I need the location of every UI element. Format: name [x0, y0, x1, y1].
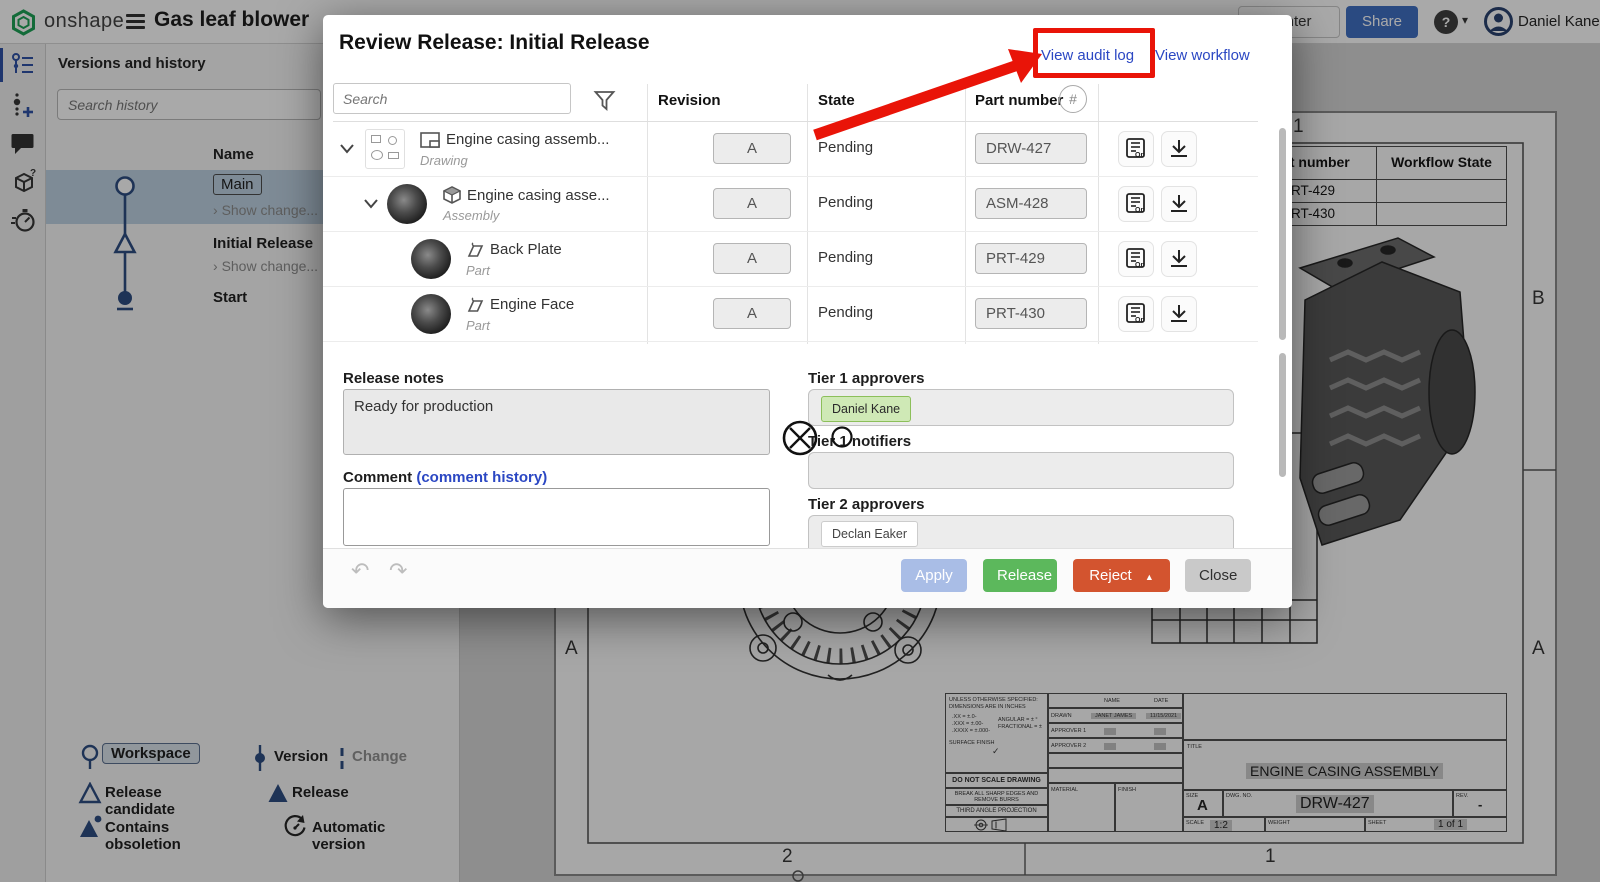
view-workflow-link[interactable]: View workflow — [1155, 47, 1250, 64]
download-button[interactable] — [1161, 131, 1197, 167]
state-column-header: State — [818, 92, 855, 109]
item-name: Engine casing assemb... — [446, 131, 609, 148]
item-properties-button[interactable]: On — [1118, 131, 1154, 167]
item-name: Engine Face — [490, 296, 574, 313]
release-search-input[interactable] — [333, 83, 571, 114]
part-number-column-header: Part number — [975, 92, 1063, 109]
reject-button[interactable]: Reject ▲ — [1073, 559, 1170, 592]
svg-text:On: On — [1135, 262, 1145, 269]
item-type: Part — [466, 263, 490, 278]
item-type: Part — [466, 318, 490, 333]
svg-text:On: On — [1135, 152, 1145, 159]
release-table-row[interactable]: Engine Face Part A Pending PRT-430 On — [323, 287, 1258, 342]
state-value: Pending — [818, 249, 873, 266]
release-table-row[interactable]: Engine casing assemb... Drawing A Pendin… — [323, 122, 1258, 177]
item-type: Drawing — [420, 153, 468, 168]
state-value: Pending — [818, 194, 873, 211]
item-properties-button[interactable]: On — [1118, 296, 1154, 332]
item-name: Back Plate — [490, 241, 562, 258]
app-window: onshape Gas leaf blower Center Share ? ▾… — [0, 0, 1600, 882]
part-number-input[interactable]: PRT-429 — [975, 243, 1087, 274]
item-thumbnail — [387, 184, 427, 224]
svg-text:On: On — [1135, 317, 1145, 324]
download-button[interactable] — [1161, 186, 1197, 222]
item-name: Engine casing asse... — [467, 187, 610, 204]
close-button[interactable]: Close — [1185, 559, 1251, 592]
comment-textarea[interactable] — [343, 488, 770, 546]
tier2-approvers-label: Tier 2 approvers — [808, 496, 924, 513]
item-thumbnail — [411, 239, 451, 279]
tier1-approvers-label: Tier 1 approvers — [808, 370, 924, 387]
reject-dropdown-icon[interactable]: ▲ — [1145, 572, 1154, 582]
revision-input[interactable]: A — [713, 188, 791, 219]
part-number-input[interactable]: ASM-428 — [975, 188, 1087, 219]
auto-number-icon[interactable]: # — [1059, 85, 1087, 113]
form-scrollbar[interactable] — [1279, 353, 1286, 477]
release-button[interactable]: Release — [983, 559, 1057, 592]
part-icon — [466, 297, 484, 313]
part-number-input[interactable]: PRT-430 — [975, 298, 1087, 329]
view-audit-log-link[interactable]: View audit log — [1041, 47, 1134, 64]
download-button[interactable] — [1161, 241, 1197, 277]
approver-chip[interactable]: Daniel Kane — [821, 396, 911, 422]
drawing-icon — [420, 132, 440, 148]
collapse-chevron-icon[interactable] — [339, 143, 355, 155]
part-number-input[interactable]: DRW-427 — [975, 133, 1087, 164]
table-scrollbar[interactable] — [1279, 128, 1286, 340]
assembly-icon — [443, 186, 461, 204]
redo-button[interactable]: ↷ — [383, 557, 413, 585]
review-release-dialog: Review Release: Initial Release View aud… — [323, 15, 1292, 608]
dialog-footer: ↶ ↷ Apply Release Reject ▲ Close — [323, 548, 1292, 608]
release-notes-label: Release notes — [343, 370, 444, 387]
part-icon — [466, 242, 484, 258]
svg-text:On: On — [1135, 207, 1145, 214]
item-thumbnail — [365, 129, 405, 169]
state-value: Pending — [818, 139, 873, 156]
revision-column-header: Revision — [658, 92, 721, 109]
revision-input[interactable]: A — [713, 298, 791, 329]
collapse-chevron-icon[interactable] — [363, 198, 379, 210]
release-table-row[interactable]: Engine casing asse... Assembly A Pending… — [323, 177, 1258, 232]
tier1-notifiers-label: Tier 1 notifiers — [808, 433, 911, 450]
approver-chip[interactable]: Declan Eaker — [821, 521, 918, 547]
comment-history-link[interactable]: (comment history) — [416, 469, 547, 486]
item-thumbnail — [411, 294, 451, 334]
filter-icon[interactable] — [593, 89, 616, 112]
revision-input[interactable]: A — [713, 133, 791, 164]
tier1-notifiers-field[interactable] — [808, 452, 1234, 489]
tier2-approvers-field[interactable]: Declan Eaker — [808, 515, 1234, 548]
release-notes-textarea[interactable]: Ready for production — [343, 389, 770, 455]
revision-input[interactable]: A — [713, 243, 791, 274]
tier1-approvers-field[interactable]: Daniel Kane — [808, 389, 1234, 426]
item-type: Assembly — [443, 208, 499, 223]
release-table-row[interactable]: Back Plate Part A Pending PRT-429 On — [323, 232, 1258, 287]
comment-label: Comment (comment history) — [343, 469, 547, 486]
item-properties-button[interactable]: On — [1118, 186, 1154, 222]
download-button[interactable] — [1161, 296, 1197, 332]
dialog-title: Review Release: Initial Release — [339, 31, 650, 55]
state-value: Pending — [818, 304, 873, 321]
item-properties-button[interactable]: On — [1118, 241, 1154, 277]
undo-button[interactable]: ↶ — [345, 557, 375, 585]
apply-button[interactable]: Apply — [901, 559, 967, 592]
